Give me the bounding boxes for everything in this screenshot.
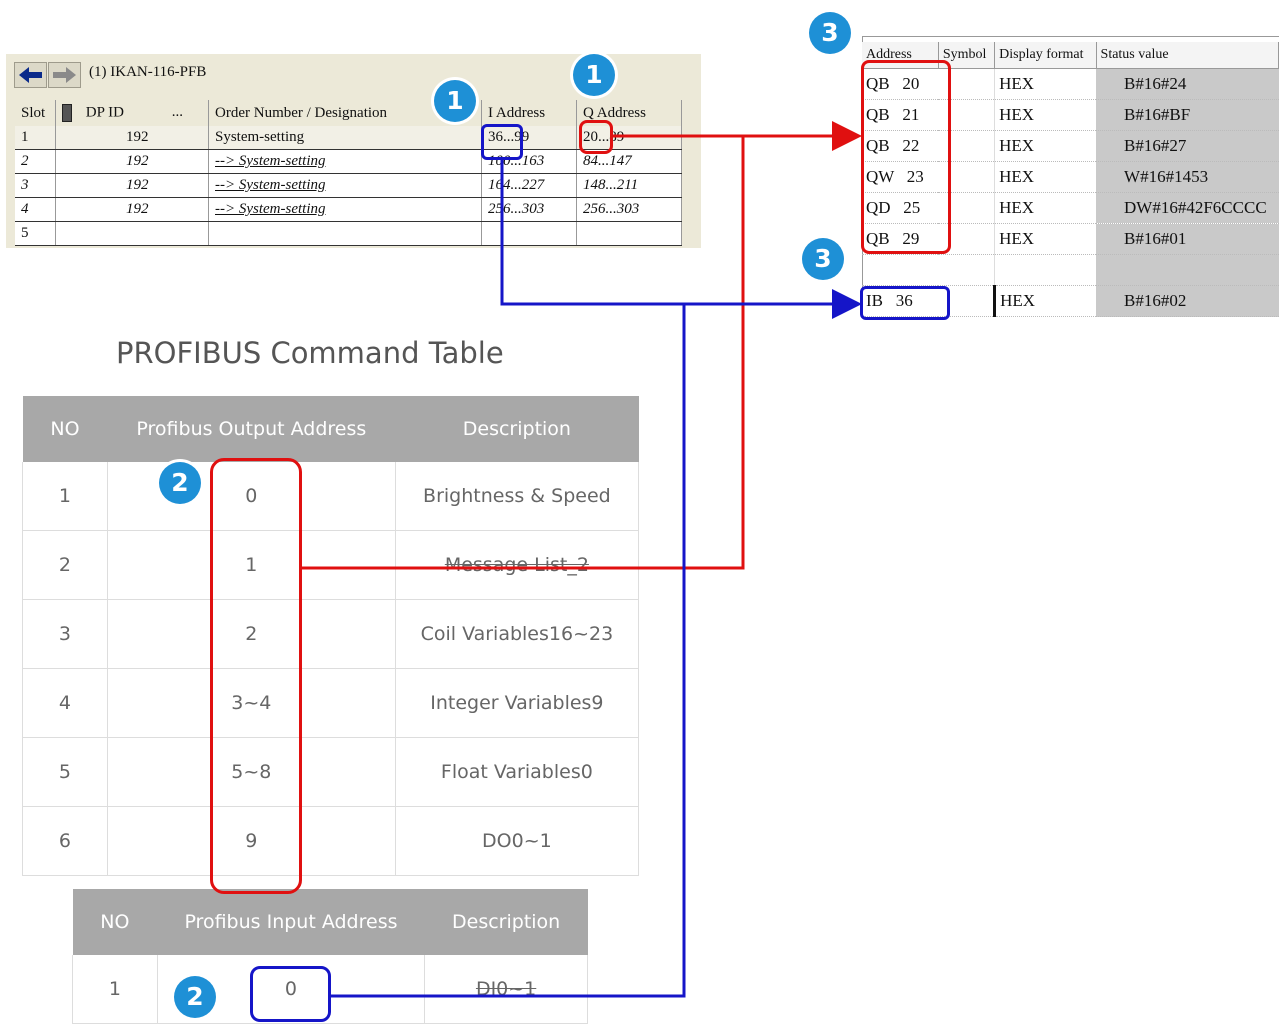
input-address-connector: [331, 304, 686, 998]
step-1-badge: 1: [434, 80, 476, 122]
step-3-badge: 3: [802, 238, 844, 280]
step-2-badge: 2: [174, 976, 216, 1018]
step-2-badge: 2: [159, 462, 201, 504]
connector-arrows: [302, 121, 862, 998]
step-1-badge: 1: [573, 54, 615, 96]
i-address-arrow: [500, 160, 862, 319]
step-3-badge: 3: [809, 12, 851, 54]
output-address-connector: [302, 136, 745, 570]
